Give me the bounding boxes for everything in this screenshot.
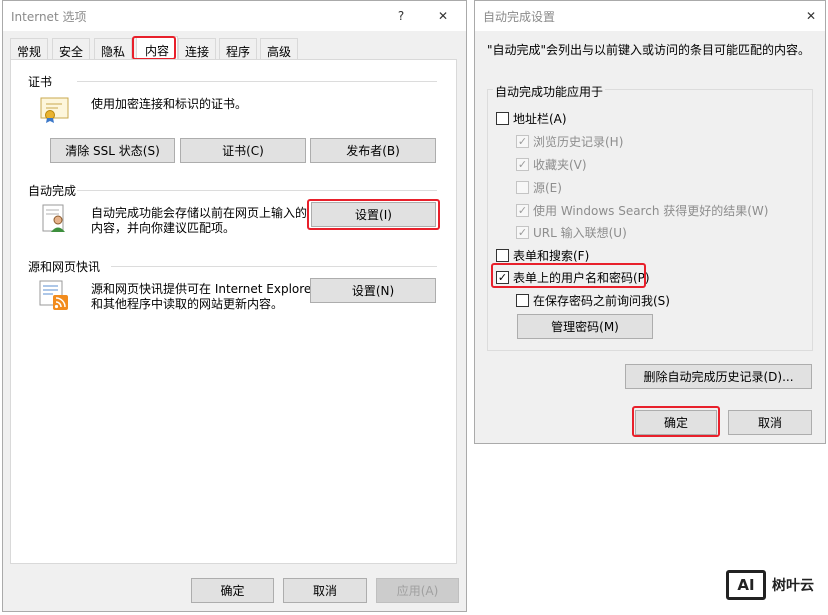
usernames-passwords-option[interactable]: ✓ 表单上的用户名和密码(P) (496, 269, 650, 286)
help-button[interactable]: ? (389, 5, 413, 27)
watermark-text: 树叶云 (772, 578, 814, 594)
feeds-settings-button[interactable]: 设置(N) (310, 278, 436, 303)
content-tab-panel: 证书 使用加密连接和标识的证书。 清除 SSL 状态(S) 证书(C) 发布者(… (10, 59, 457, 564)
delete-history-button[interactable]: 删除自动完成历史记录(D)... (625, 364, 812, 389)
group-divider (111, 266, 437, 267)
manage-passwords-button[interactable]: 管理密码(M) (517, 314, 653, 339)
tab-content[interactable]: 内容 (136, 36, 178, 59)
usernames-passwords-checkbox[interactable]: ✓ (496, 271, 509, 284)
windows-search-option[interactable]: ✓ 使用 Windows Search 获得更好的结果(W) (516, 202, 768, 219)
forms-search-label: 表单和搜索(F) (513, 249, 590, 263)
autocomplete-settings-window: 自动完成设置 ✕ "自动完成"会列出与以前键入或访问的条目可能匹配的内容。 自动… (474, 0, 826, 444)
autocomplete-description-line1: 自动完成功能会存储以前在网页上输入的 (91, 206, 308, 220)
browsing-history-option[interactable]: ✓ 浏览历史记录(H) (516, 133, 623, 150)
internet-options-window: Internet 选项 ? ✕ 常规 安全 隐私 内容 连接 程序 高级 证书 … (2, 0, 467, 612)
address-bar-label: 地址栏(A) (513, 112, 567, 126)
feeds-checkbox[interactable] (516, 181, 529, 194)
group-divider (77, 81, 437, 82)
feeds-description-line2: 和其他程序中读取的网站更新内容。 (91, 297, 284, 311)
tab-advanced[interactable]: 高级 (260, 38, 298, 60)
autocomplete-applies-group (487, 89, 813, 351)
ok-button[interactable]: 确定 (635, 410, 717, 435)
url-suggestions-checkbox[interactable]: ✓ (516, 226, 529, 239)
ask-before-saving-option[interactable]: 在保存密码之前询问我(S) (516, 292, 670, 309)
apply-button[interactable]: 应用(A) (376, 578, 459, 603)
group-title: 自动完成功能应用于 (493, 83, 606, 100)
feeds-description-line1: 源和网页快讯提供可在 Internet Explorer (91, 282, 317, 296)
intro-text: "自动完成"会列出与以前键入或访问的条目可能匹配的内容。 (487, 43, 811, 57)
group-divider (77, 190, 437, 191)
watermark-logo: AI (726, 570, 766, 600)
favorites-label: 收藏夹(V) (533, 158, 587, 172)
tab-programs[interactable]: 程序 (219, 38, 257, 60)
autocomplete-group-title: 自动完成 (28, 184, 77, 198)
browsing-history-label: 浏览历史记录(H) (533, 135, 624, 149)
publishers-button[interactable]: 发布者(B) (310, 138, 436, 163)
ask-before-saving-checkbox[interactable] (516, 294, 529, 307)
ask-before-saving-label: 在保存密码之前询问我(S) (533, 294, 670, 308)
tab-general[interactable]: 常规 (10, 38, 48, 60)
forms-search-checkbox[interactable] (496, 249, 509, 262)
autocomplete-description-line2: 内容，并向你建议匹配项。 (91, 221, 236, 235)
usernames-passwords-label: 表单上的用户名和密码(P) (513, 271, 650, 285)
windows-search-checkbox[interactable]: ✓ (516, 204, 529, 217)
close-button[interactable]: ✕ (799, 5, 823, 27)
title-bar: Internet 选项 ? ✕ (3, 1, 466, 31)
feeds-icon (39, 280, 68, 310)
tab-connections[interactable]: 连接 (178, 38, 216, 60)
cancel-button[interactable]: 取消 (283, 578, 367, 603)
certificate-icon (40, 97, 69, 123)
forms-search-option[interactable]: 表单和搜索(F) (496, 247, 589, 264)
url-suggestions-option[interactable]: ✓ URL 输入联想(U) (516, 224, 627, 241)
tab-security[interactable]: 安全 (52, 38, 90, 60)
watermark: AI 树叶云 (726, 570, 814, 600)
title-bar: 自动完成设置 ✕ (475, 1, 825, 31)
address-bar-checkbox[interactable] (496, 112, 509, 125)
tab-privacy[interactable]: 隐私 (94, 38, 132, 60)
autocomplete-settings-button[interactable]: 设置(I) (311, 202, 436, 227)
window-title: Internet 选项 (11, 10, 87, 24)
feeds-option[interactable]: 源(E) (516, 179, 562, 196)
ok-button[interactable]: 确定 (191, 578, 274, 603)
certificates-button[interactable]: 证书(C) (180, 138, 306, 163)
feeds-label: 源(E) (533, 181, 562, 195)
certificates-description: 使用加密连接和标识的证书。 (91, 97, 248, 111)
url-suggestions-label: URL 输入联想(U) (533, 226, 627, 240)
window-title: 自动完成设置 (483, 10, 556, 24)
certificates-group-title: 证书 (28, 75, 53, 89)
autocomplete-icon (42, 204, 65, 232)
close-button[interactable]: ✕ (431, 5, 455, 27)
clear-ssl-button[interactable]: 清除 SSL 状态(S) (50, 138, 175, 163)
favorites-checkbox[interactable]: ✓ (516, 158, 529, 171)
cancel-button[interactable]: 取消 (728, 410, 812, 435)
favorites-option[interactable]: ✓ 收藏夹(V) (516, 156, 587, 173)
feeds-group-title: 源和网页快讯 (28, 260, 101, 274)
windows-search-label: 使用 Windows Search 获得更好的结果(W) (533, 204, 769, 218)
address-bar-option[interactable]: 地址栏(A) (496, 110, 567, 127)
browsing-history-checkbox[interactable]: ✓ (516, 135, 529, 148)
